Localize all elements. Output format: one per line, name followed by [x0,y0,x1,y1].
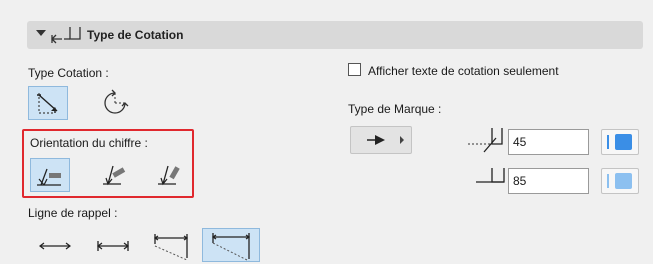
panel-title: Type de Cotation [87,28,184,42]
pen-bar-icon [607,135,609,149]
marker-size-field[interactable]: 85 [508,168,589,194]
radial-dimension-button[interactable] [95,86,135,120]
radial-dimension-icon [104,89,129,114]
panel-header[interactable]: Type de Cotation [27,21,643,49]
dropdown-chevron-right-icon [400,136,404,144]
line-full-extension-button[interactable] [202,228,260,262]
dimension-marker-icon [51,27,81,44]
text-horizontal-button[interactable] [30,158,70,192]
text-steep-icon [158,165,180,186]
text-horizontal-icon [37,168,61,186]
line-full-extension-icon [211,233,251,262]
ligne-rappel-label: Ligne de rappel : [28,206,118,220]
text-angled-icon [103,165,126,186]
linear-dimension-icon [37,93,58,114]
type-cotation-label: Type Cotation : [28,66,109,80]
triangle-down-icon[interactable] [36,30,46,36]
line-partial-extension-button[interactable] [152,228,192,262]
pen-color-button-1[interactable] [601,129,639,155]
marker-angle-field[interactable]: 45 [508,129,589,155]
marque-dropdown[interactable] [350,126,412,154]
text-angled-button[interactable] [95,158,135,192]
line-partial-extension-icon [153,234,189,261]
line-ticks-icon [97,241,129,251]
linear-dimension-button[interactable] [28,86,68,120]
pen-color-swatch-1 [615,134,632,150]
line-no-extension-button[interactable] [36,228,76,262]
pen-color-button-2[interactable] [601,168,639,194]
marque-label: Type de Marque : [348,102,442,116]
line-ticks-button[interactable] [94,228,134,262]
afficher-checkbox[interactable] [348,63,361,76]
arrow-marker-icon [367,135,385,145]
marker-angle-icon [468,128,504,153]
text-steep-button[interactable] [150,158,190,192]
marker-size-icon [476,168,505,183]
pen-color-swatch-2 [615,173,632,189]
orientation-label: Orientation du chiffre : [30,136,148,150]
line-no-extension-icon [39,242,71,250]
afficher-label[interactable]: Afficher texte de cotation seulement [368,64,559,78]
pen-bar-icon [607,174,609,188]
